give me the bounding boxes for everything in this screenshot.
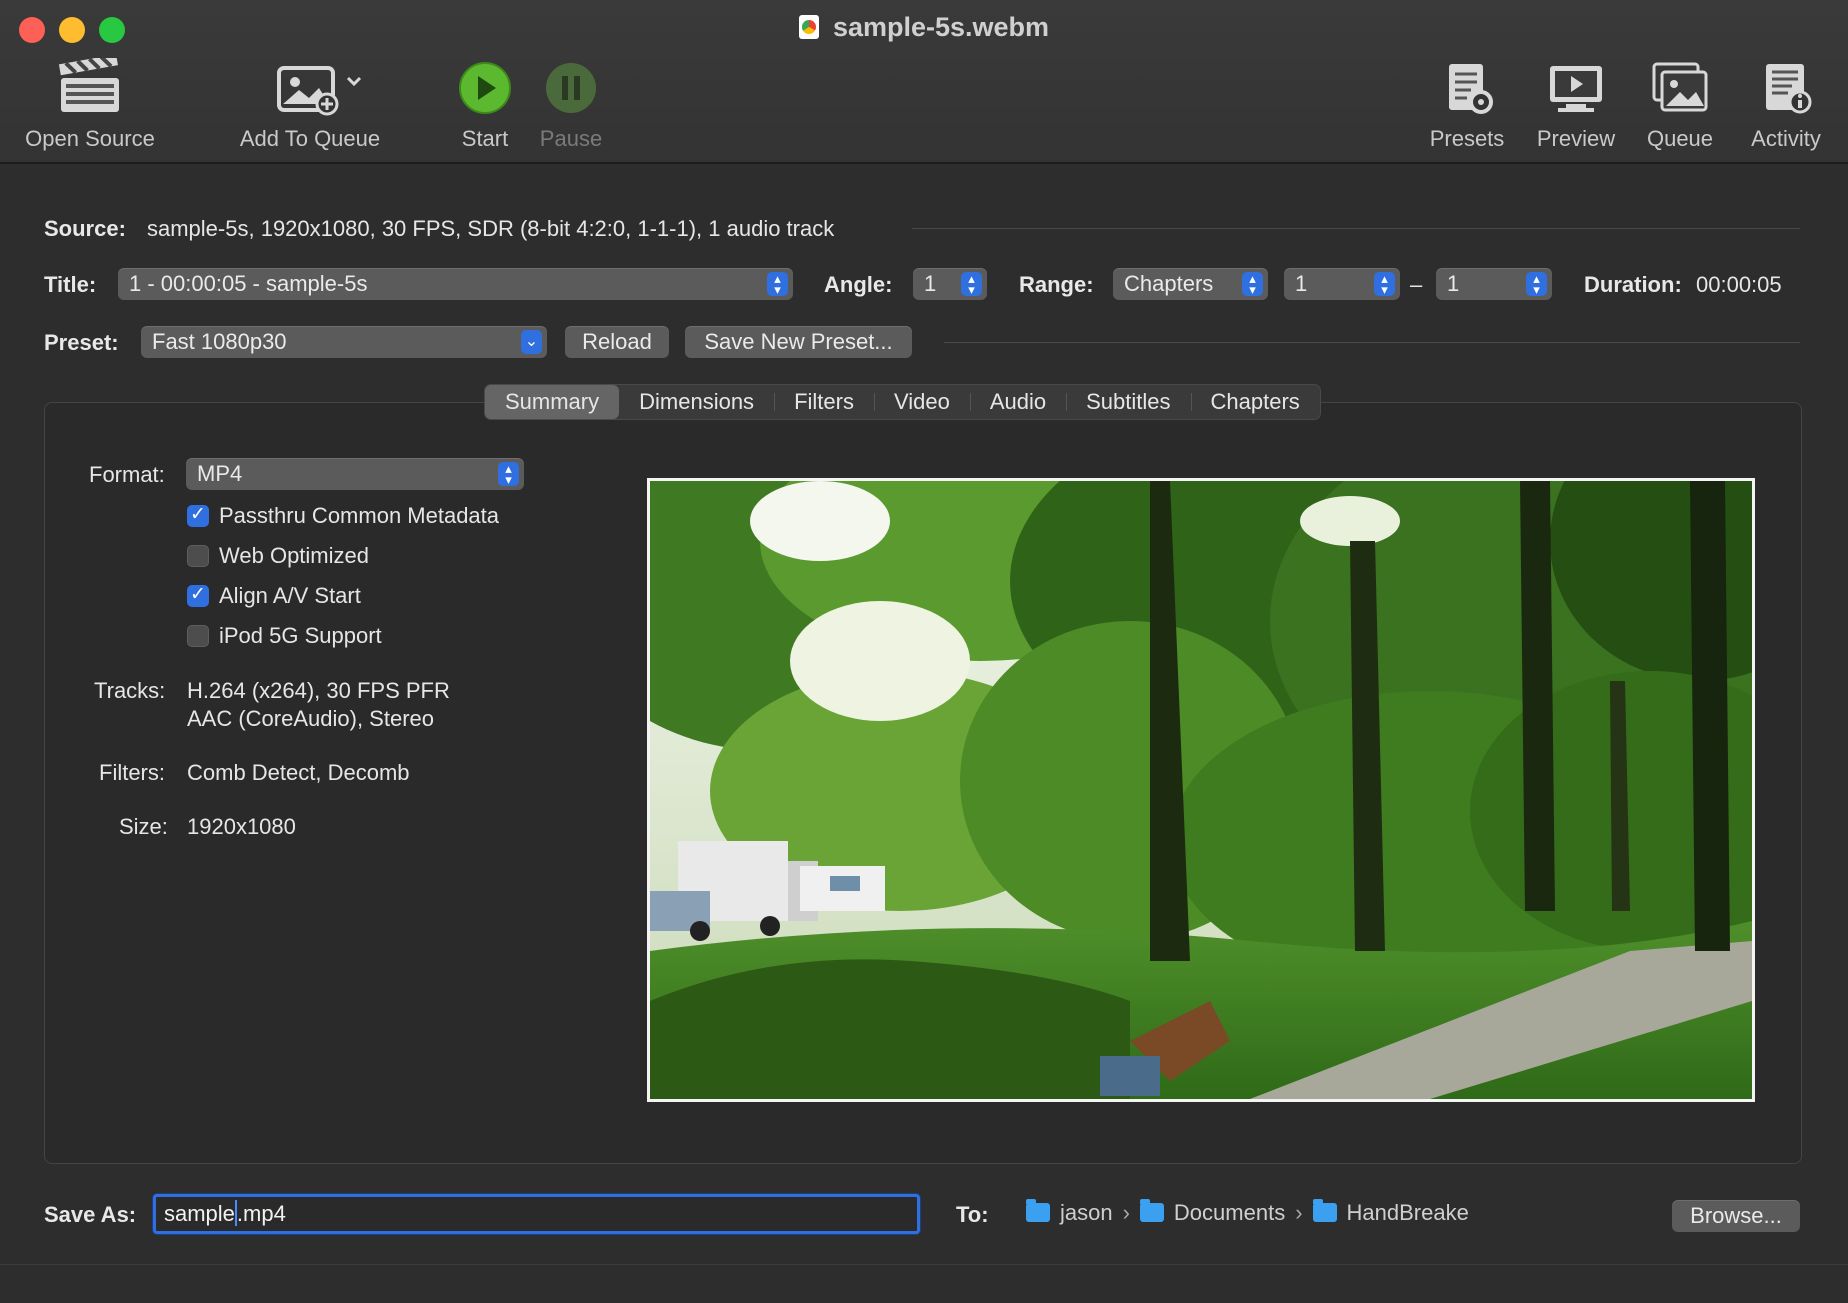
- window-title: sample-5s.webm: [0, 12, 1848, 43]
- park-scene-image: [650, 481, 1752, 1099]
- save-as-label: Save As:: [44, 1202, 137, 1227]
- chevron-right-icon: ›: [1122, 1200, 1130, 1225]
- pause-button[interactable]: Pause: [533, 58, 609, 152]
- save-new-preset-button[interactable]: Save New Preset...: [685, 326, 912, 358]
- passthru-metadata-checkbox[interactable]: [187, 503, 209, 527]
- folder-icon: [1026, 1199, 1050, 1222]
- size-label: Size:: [119, 814, 168, 839]
- tracks-audio: AAC (CoreAudio), Stereo: [187, 706, 434, 731]
- up-down-chevron-icon: ▴ ▾: [1242, 272, 1263, 296]
- browse-button[interactable]: Browse...: [1672, 1200, 1800, 1232]
- add-to-queue-icon: [277, 66, 362, 116]
- presets-icon: [1449, 64, 1493, 114]
- duration-label: Duration:: [1584, 272, 1682, 297]
- web-optimized-checkbox[interactable]: [187, 545, 209, 567]
- save-as-field[interactable]: sample.mp4: [153, 1194, 920, 1234]
- range-start-select[interactable]: 1 ▴ ▾: [1284, 268, 1400, 300]
- preset-label: Preset:: [44, 330, 119, 355]
- handbrake-window: sample-5s.webm Open Source Add To Queue …: [0, 0, 1848, 1303]
- tab-chapters[interactable]: Chapters: [1190, 385, 1320, 419]
- open-source-button[interactable]: Open Source: [20, 58, 160, 152]
- queue-button[interactable]: Queue: [1640, 58, 1720, 152]
- tab-bar: Summary Dimensions Filters Video Audio S…: [484, 384, 1321, 420]
- start-button[interactable]: Start: [450, 58, 520, 152]
- web-optimized-label: Web Optimized: [219, 543, 369, 568]
- preset-divider: [944, 342, 1800, 343]
- activity-button[interactable]: Activity: [1740, 58, 1832, 152]
- document-icon: [798, 15, 819, 39]
- duration-value: 00:00:05: [1696, 272, 1782, 297]
- up-down-chevron-icon: ▴ ▾: [1526, 272, 1547, 296]
- play-icon: [459, 62, 511, 114]
- tracks-video: H.264 (x264), 30 FPS PFR: [187, 678, 450, 703]
- format-select[interactable]: MP4 ▴ ▾: [186, 458, 524, 490]
- queue-icon: [1652, 62, 1708, 112]
- tab-subtitles[interactable]: Subtitles: [1066, 385, 1190, 419]
- source-label: Source:: [44, 216, 126, 241]
- angle-label: Angle:: [824, 272, 893, 297]
- align-av-start-checkbox[interactable]: [187, 583, 209, 607]
- preview-image: [647, 478, 1755, 1102]
- path-segment-documents[interactable]: Documents: [1174, 1200, 1285, 1225]
- tab-summary[interactable]: Summary: [485, 385, 620, 419]
- preset-select[interactable]: Fast 1080p30 ⌄: [141, 326, 547, 358]
- angle-select[interactable]: 1 ▴ ▾: [913, 268, 987, 300]
- reload-button[interactable]: Reload: [565, 326, 669, 358]
- preview-button[interactable]: Preview: [1530, 58, 1622, 152]
- title-label: Title:: [44, 272, 97, 297]
- up-down-chevron-icon: ▴ ▾: [498, 462, 519, 486]
- passthru-metadata-label: Passthru Common Metadata: [219, 503, 500, 528]
- folder-icon: [1312, 1199, 1337, 1222]
- up-down-chevron-icon: ▴ ▾: [767, 272, 788, 296]
- to-label: To:: [956, 1202, 989, 1227]
- presets-button[interactable]: Presets: [1422, 58, 1512, 152]
- path-segment-home[interactable]: jason: [1060, 1200, 1113, 1225]
- clapperboard-icon: [58, 58, 119, 112]
- folder-icon: [1139, 1199, 1164, 1222]
- add-to-queue-button[interactable]: Add To Queue: [230, 58, 390, 152]
- destination-path: jason › Documents › HandBreake: [1026, 1199, 1469, 1226]
- activity-icon: [1766, 64, 1812, 114]
- chevron-down-icon: ⌄: [521, 330, 542, 354]
- bottom-status-bar: [0, 1264, 1848, 1303]
- align-av-start-label: Align A/V Start: [219, 583, 361, 608]
- path-segment-handbrake[interactable]: HandBreake: [1347, 1200, 1469, 1225]
- tab-video[interactable]: Video: [873, 385, 970, 419]
- range-end-select[interactable]: 1 ▴ ▾: [1436, 268, 1552, 300]
- ipod-5g-support-label: iPod 5G Support: [219, 623, 382, 648]
- pause-icon: [546, 63, 596, 113]
- range-type-select[interactable]: Chapters ▴ ▾: [1113, 268, 1268, 300]
- chevron-right-icon: ›: [1295, 1200, 1303, 1225]
- toolbar: sample-5s.webm Open Source Add To Queue …: [0, 0, 1848, 164]
- source-divider: [912, 228, 1800, 229]
- ipod-5g-support-checkbox[interactable]: [187, 625, 209, 647]
- tracks-label: Tracks:: [94, 678, 166, 703]
- size-value: 1920x1080: [187, 814, 296, 839]
- format-label: Format:: [89, 462, 165, 487]
- up-down-chevron-icon: ▴ ▾: [1374, 272, 1395, 296]
- source-info: sample-5s, 1920x1080, 30 FPS, SDR (8-bit…: [147, 216, 835, 241]
- filters-value: Comb Detect, Decomb: [187, 760, 410, 785]
- tab-dimensions[interactable]: Dimensions: [619, 385, 774, 419]
- title-select[interactable]: 1 - 00:00:05 - sample-5s ▴ ▾: [118, 268, 793, 300]
- filters-label: Filters:: [99, 760, 165, 785]
- up-down-chevron-icon: ▴ ▾: [961, 272, 982, 296]
- preview-icon: [1550, 66, 1602, 112]
- range-label: Range:: [1019, 272, 1094, 297]
- tab-filters[interactable]: Filters: [774, 385, 874, 419]
- range-dash: –: [1410, 272, 1423, 297]
- tab-audio[interactable]: Audio: [969, 385, 1066, 419]
